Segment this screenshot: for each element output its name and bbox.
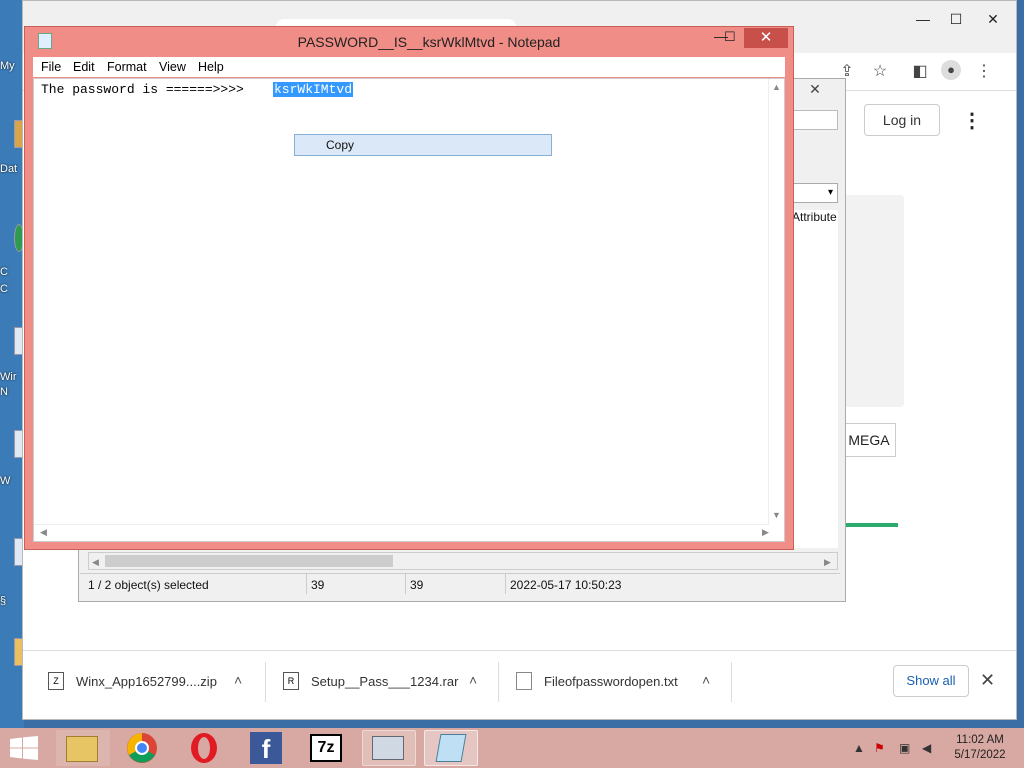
clock-time: 11:02 AM — [956, 734, 1004, 746]
close-button[interactable]: ✕ — [978, 9, 1008, 29]
chevron-down-icon[interactable]: ▾ — [788, 183, 838, 203]
profile-icon[interactable]: ● — [941, 60, 961, 80]
status-divider — [405, 574, 406, 594]
desktop-icon-label[interactable]: My — [0, 60, 15, 72]
zip-file-icon: Z — [48, 672, 64, 690]
menu-view[interactable]: View — [159, 60, 186, 74]
scrollbar-thumb[interactable] — [105, 555, 393, 567]
horizontal-scrollbar[interactable] — [34, 524, 768, 540]
context-menu-copy[interactable]: Copy — [326, 138, 354, 152]
editor-text: The password is ======>>>> — [41, 82, 244, 97]
menu-help[interactable]: Help — [198, 60, 224, 74]
scroll-down-icon[interactable]: ▼ — [772, 510, 781, 520]
download-item[interactable]: R Setup__Pass___1234.rar ˄ — [283, 662, 499, 702]
desktop-icon-label[interactable]: C — [0, 283, 8, 295]
download-filename: Winx_App1652799....zip — [76, 674, 217, 689]
clock-date: 5/17/2022 — [954, 749, 1006, 761]
progress-bar — [845, 523, 898, 527]
close-icon[interactable]: ✕ — [980, 670, 995, 691]
chevron-up-icon[interactable]: ˄ — [234, 672, 242, 688]
chevron-up-icon[interactable]: ˄ — [702, 672, 710, 688]
status-packed: 39 — [410, 578, 424, 592]
desktop-icon-label[interactable]: C — [0, 266, 8, 278]
close-button[interactable]: ✕ — [744, 28, 788, 48]
status-size: 39 — [311, 578, 325, 592]
selected-text[interactable]: ksrWkIMtvd — [273, 82, 354, 97]
folder-icon — [66, 736, 98, 762]
txt-file-icon — [516, 672, 532, 690]
scroll-left-icon[interactable]: ◀ — [92, 557, 99, 568]
download-item[interactable]: Z Winx_App1652799....zip ˄ — [48, 662, 266, 702]
star-icon[interactable]: ☆ — [869, 61, 891, 81]
scroll-left-icon[interactable]: ◀ — [40, 527, 47, 538]
volume-icon[interactable]: ◀ — [922, 741, 931, 755]
mega-button[interactable]: MEGA — [842, 423, 896, 457]
scroll-up-icon[interactable]: ▲ — [772, 82, 781, 92]
file-list[interactable] — [790, 228, 838, 548]
more-options-icon[interactable]: ⋮ — [962, 108, 982, 133]
opera-icon — [191, 733, 217, 763]
menu-file[interactable]: File — [41, 60, 61, 74]
menu-edit[interactable]: Edit — [73, 60, 95, 74]
menu-icon[interactable]: ⋮ — [973, 61, 995, 81]
address-field[interactable] — [792, 110, 838, 130]
minimize-button[interactable]: — — [908, 9, 938, 29]
network-icon[interactable]: ▣ — [899, 741, 910, 755]
flag-icon[interactable]: ⚑ — [874, 741, 885, 755]
desktop-strip: My Dat C C Wir N W § — [0, 0, 24, 728]
show-all-button[interactable]: Show all — [893, 665, 969, 697]
status-divider — [306, 574, 307, 594]
scroll-right-icon[interactable]: ▶ — [762, 527, 769, 538]
status-modified: 2022-05-17 10:50:23 — [510, 578, 622, 592]
download-filename: Fileofpasswordopen.txt — [544, 674, 678, 689]
7zip-icon: 7z — [310, 734, 342, 762]
column-header-attribute[interactable]: Attribute — [790, 210, 838, 228]
download-item[interactable]: Fileofpasswordopen.txt ˄ — [516, 662, 732, 702]
menu-format[interactable]: Format — [107, 60, 147, 74]
login-button[interactable]: Log in — [864, 104, 940, 136]
tray-expand-icon[interactable]: ▲ — [853, 741, 865, 755]
windows-start-icon[interactable] — [10, 736, 38, 760]
system-clock[interactable]: 11:02 AM 5/17/2022 — [946, 733, 1014, 763]
window-title: PASSWORD__IS__ksrWklMtvd - Notepad — [297, 34, 561, 50]
status-selected: 1 / 2 object(s) selected — [88, 578, 209, 592]
desktop-icon-label[interactable]: W — [0, 475, 10, 487]
download-filename: Setup__Pass___1234.rar — [311, 674, 459, 689]
page-panel — [844, 195, 904, 407]
status-divider — [505, 574, 506, 594]
notepad-icon — [435, 734, 467, 762]
sidepanel-icon[interactable]: ◧ — [909, 61, 931, 81]
scroll-right-icon[interactable]: ▶ — [824, 557, 831, 568]
vertical-scrollbar[interactable] — [768, 79, 784, 525]
maximize-button[interactable]: ☐ — [941, 9, 971, 29]
facebook-icon: f — [250, 732, 282, 764]
monitor-icon — [372, 736, 404, 760]
desktop-icon-label[interactable]: N — [0, 386, 8, 398]
maximize-button[interactable]: ☐ — [724, 29, 736, 45]
chevron-up-icon[interactable]: ˄ — [469, 672, 477, 688]
rar-file-icon: R — [283, 672, 299, 690]
desktop-icon-label[interactable]: § — [0, 595, 6, 607]
close-icon[interactable]: ✕ — [795, 80, 835, 98]
chrome-icon — [127, 733, 157, 763]
desktop-icon-label[interactable]: Wir — [0, 371, 17, 383]
desktop-icon-label[interactable]: Dat — [0, 163, 17, 175]
